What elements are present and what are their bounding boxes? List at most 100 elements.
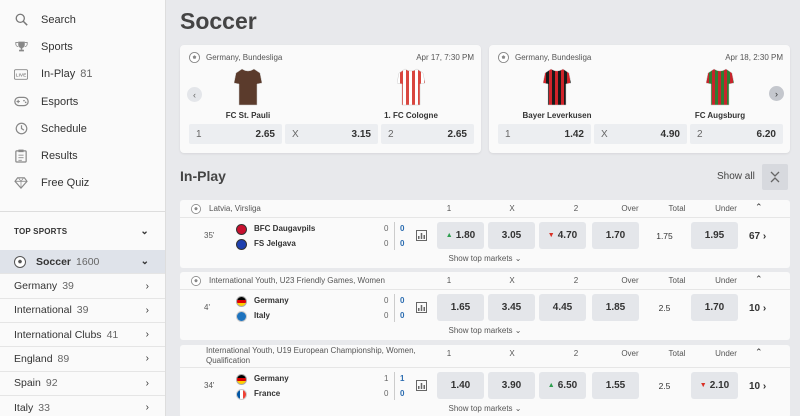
odds-value: 3.45 — [501, 302, 522, 313]
in-play-match: Latvia, Virsliga 1 X 2 Over Total Under ⌃ 35'… — [180, 200, 790, 268]
chevron-right-icon: › — [145, 353, 149, 365]
odds-down-icon: ▼ — [699, 382, 707, 389]
away-crest-icon — [236, 239, 247, 250]
home-score: 0 — [384, 296, 389, 305]
odds-button[interactable]: 1.55 — [592, 372, 639, 399]
odds-button[interactable]: ▲ 1.80 — [437, 222, 484, 249]
odds-value: 1.95 — [704, 230, 725, 241]
odds-button[interactable]: ▼ 2.10 — [691, 372, 738, 399]
show-top-markets-link[interactable]: Show top markets ⌄ — [180, 404, 790, 413]
stats-icon[interactable] — [416, 230, 427, 241]
odds-button[interactable]: 3.90 — [488, 372, 535, 399]
sport-count: 39 — [76, 304, 89, 317]
odds-button[interactable]: 1.70 — [592, 222, 639, 249]
odds-button[interactable]: 1.95 — [691, 222, 738, 249]
odds-button[interactable]: 1.70 — [691, 294, 738, 321]
column-header: 2 — [573, 276, 579, 285]
sport-item-international-clubs[interactable]: International Clubs 41 › — [0, 323, 165, 348]
away-crest-icon — [236, 311, 247, 322]
home-team: Germany — [254, 296, 289, 305]
league-name: Latvia, Virsliga — [209, 204, 261, 213]
chevron-up-icon[interactable]: ⌃ — [755, 274, 763, 285]
odds-button[interactable]: ▼ 4.70 — [539, 222, 586, 249]
odds-button[interactable]: 1 2.65 — [189, 124, 282, 144]
column-header: Total — [668, 276, 686, 285]
match-date: Apr 17, 7:30 PM — [416, 53, 474, 62]
column-header: X — [509, 276, 515, 285]
more-markets-button[interactable]: 10 › — [749, 303, 766, 314]
sport-item-germany[interactable]: Germany 39 › — [0, 274, 165, 299]
sport-item-international[interactable]: International 39 › — [0, 299, 165, 323]
total-line: 2.5 — [641, 294, 688, 321]
nav-item-search[interactable]: Search — [0, 6, 165, 33]
odds-button[interactable]: 1.65 — [437, 294, 484, 321]
nav-item-sports[interactable]: Sports — [0, 33, 165, 60]
nav-item-free-quiz[interactable]: Free Quiz — [0, 170, 165, 197]
total-line: 1.75 — [641, 222, 688, 249]
sport-label: England — [14, 352, 53, 365]
show-all-link[interactable]: Show all — [717, 171, 755, 182]
nav-item-schedule[interactable]: Schedule — [0, 115, 165, 142]
odds-button[interactable]: 1.40 — [437, 372, 484, 399]
odds-value: 1.70 — [704, 302, 725, 313]
sport-item-spain[interactable]: Spain 92 › — [0, 372, 165, 396]
odds-button[interactable]: 4.45 — [539, 294, 586, 321]
chevron-down-icon: ⌄ — [140, 256, 149, 268]
odds-button[interactable]: 1.85 — [592, 294, 639, 321]
league-name: International Youth, U23 Friendly Games,… — [209, 276, 385, 285]
top-sports-header[interactable]: TOP SPORTS ⌄ — [0, 212, 165, 250]
stats-icon[interactable] — [416, 380, 427, 391]
sport-item-england[interactable]: England 89 › — [0, 347, 165, 372]
nav-label: Results — [41, 150, 78, 163]
live-icon: LIVE — [13, 66, 29, 82]
odds-button[interactable]: 2 2.65 — [381, 124, 474, 144]
show-top-markets-link[interactable]: Show top markets ⌄ — [180, 254, 790, 263]
show-top-markets-link[interactable]: Show top markets ⌄ — [180, 326, 790, 335]
chevron-up-icon[interactable]: ⌃ — [755, 347, 763, 358]
sport-count: 33 — [38, 401, 50, 414]
featured-match-card[interactable]: Germany, Bundesliga Apr 18, 2:30 PM Baye… — [489, 45, 790, 153]
odds-up-icon: ▲ — [445, 232, 453, 239]
odds-value: 6.20 — [756, 128, 776, 140]
nav-item-in-play[interactable]: LIVE In-Play 81 — [0, 61, 165, 88]
match-row[interactable]: 35' BFC Daugavpils FS Jelgava 0 0 0 0 ▲ 1… — [180, 218, 790, 254]
nav-item-results[interactable]: Results — [0, 142, 165, 169]
home-score-current: 0 — [400, 296, 405, 305]
nav-label: Schedule — [41, 122, 87, 135]
column-header: Under — [715, 349, 737, 358]
sport-item-soccer[interactable]: Soccer 1600 ⌄ — [0, 250, 165, 275]
sport-count: 41 — [106, 328, 119, 341]
more-markets-count: 10 — [749, 381, 761, 392]
home-team: BFC Daugavpils — [254, 224, 316, 233]
odds-button[interactable]: 2 6.20 — [690, 124, 783, 144]
featured-match-card[interactable]: Germany, Bundesliga Apr 17, 7:30 PM FC S… — [180, 45, 481, 153]
odds-button[interactable]: 3.05 — [488, 222, 535, 249]
sport-list: Germany 39 › International 39 › International … — [0, 274, 165, 416]
match-row[interactable]: 4' Germany Italy 0 0 0 0 1.65 3.45 4.45 1.8… — [180, 290, 790, 326]
sidebar: Search Sports LIVE In-Play 81 Esports Sc… — [0, 0, 166, 416]
column-header: Under — [715, 204, 737, 213]
odds-button[interactable]: X 3.15 — [285, 124, 378, 144]
nav-item-esports[interactable]: Esports — [0, 88, 165, 115]
in-play-title: In-Play — [180, 168, 226, 184]
carousel-next-button[interactable]: › — [769, 86, 784, 101]
odds-button[interactable]: 3.45 — [488, 294, 535, 321]
odds-button[interactable]: ▲ 6.50 — [539, 372, 586, 399]
chevron-right-icon: › — [145, 329, 149, 341]
odds-button[interactable]: 1 1.42 — [498, 124, 591, 144]
odds-outcome: 1 — [196, 128, 202, 140]
chevron-down-icon: ⌄ — [514, 326, 522, 335]
more-markets-button[interactable]: 10 › — [749, 381, 766, 392]
collapse-button[interactable] — [762, 164, 788, 190]
stats-icon[interactable] — [416, 302, 427, 313]
odds-button[interactable]: X 4.90 — [594, 124, 687, 144]
odds-value: 6.50 — [557, 380, 578, 391]
away-score: 0 — [384, 239, 389, 248]
away-score: 0 — [384, 311, 389, 320]
chevron-up-icon[interactable]: ⌃ — [755, 202, 763, 213]
more-markets-button[interactable]: 67 › — [749, 231, 766, 242]
away-crest-icon — [236, 389, 247, 400]
match-row[interactable]: 34' Germany France 1 0 1 0 1.40 3.90 ▲ 6.50… — [180, 368, 790, 404]
carousel-prev-button[interactable]: ‹ — [187, 87, 202, 102]
sport-item-italy[interactable]: Italy 33 › — [0, 396, 165, 416]
